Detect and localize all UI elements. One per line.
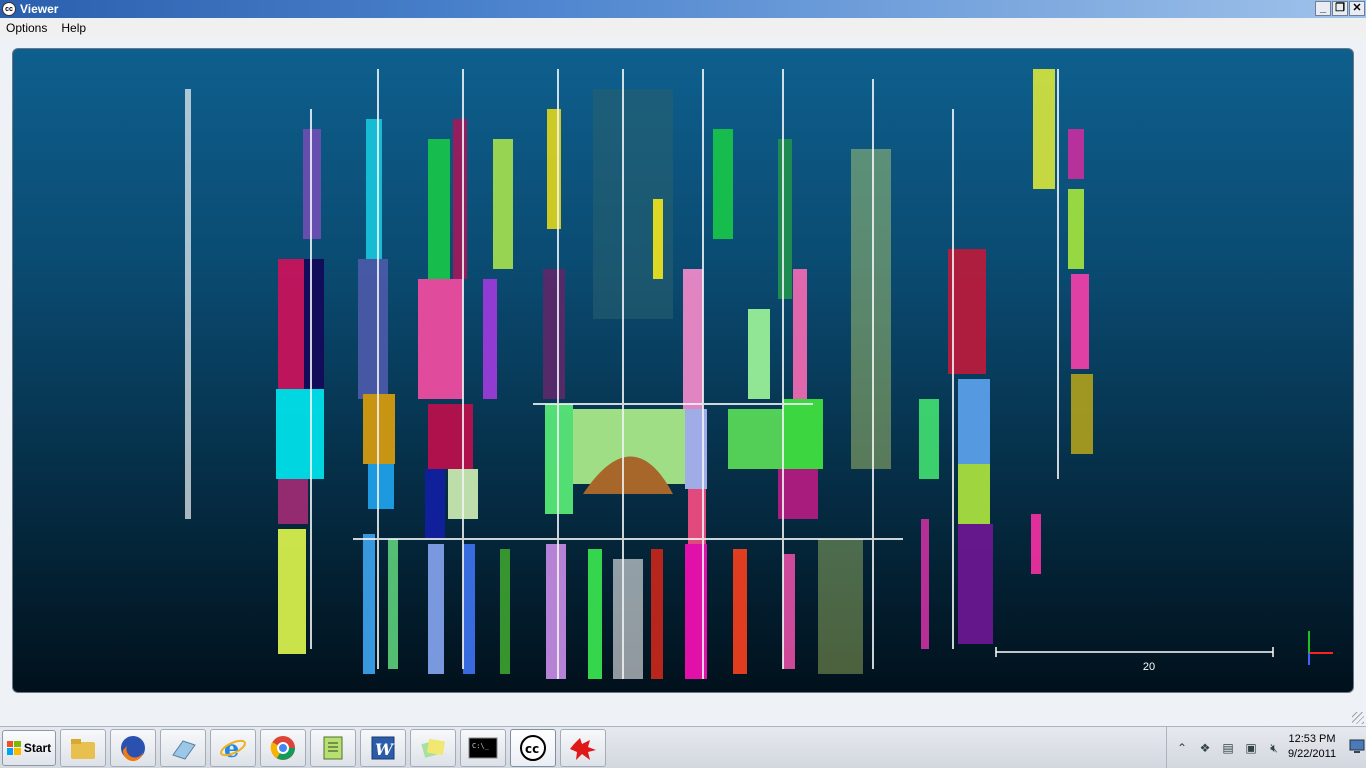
taskbar-explorer[interactable]: [60, 728, 106, 767]
chevron-up-icon[interactable]: ⌃: [1174, 740, 1190, 756]
svg-text:e: e: [224, 734, 239, 762]
window-controls: _ ❐ ✕: [1315, 1, 1365, 16]
system-tray: ⌃ ❖ ▤ ▣ 🔇︎ 12:53 PM 9/22/2011: [1166, 727, 1366, 768]
menu-bar: Options Help: [0, 18, 1366, 38]
window-title: Viewer: [20, 2, 59, 16]
taskbar-red-app[interactable]: [560, 728, 606, 767]
cc-icon: cc: [520, 734, 546, 761]
taskbar-notepad[interactable]: [310, 728, 356, 767]
start-label: Start: [23, 740, 52, 755]
scale-bar-label: 20: [1142, 661, 1156, 673]
red-splat-icon: [570, 737, 596, 760]
menu-help[interactable]: Help: [61, 21, 86, 35]
usb-device-icon[interactable]: ▤: [1220, 740, 1236, 756]
eraser-icon: [172, 739, 196, 760]
taskbar-word[interactable]: W: [360, 728, 406, 767]
windows-logo-icon: [6, 740, 21, 755]
network-icon[interactable]: ▣: [1243, 740, 1259, 756]
folder-icon: [71, 738, 95, 759]
word-icon: W: [371, 736, 395, 759]
axis-triad-icon: [1308, 631, 1333, 665]
chrome-icon: [270, 735, 295, 760]
clock-time: 12:53 PM: [1288, 733, 1336, 745]
point-cloud-render: [185, 69, 1333, 679]
sticky-notes-icon: [421, 738, 446, 758]
title-bar: cc Viewer _ ❐ ✕: [0, 0, 1366, 18]
firefox-icon: [121, 735, 145, 761]
clock-date: 9/22/2011: [1287, 748, 1337, 760]
close-button[interactable]: ✕: [1349, 1, 1365, 16]
menu-options[interactable]: Options: [6, 21, 47, 35]
main-window-client: 20: [0, 38, 1366, 726]
dropbox-icon[interactable]: ❖: [1197, 740, 1213, 756]
system-clock[interactable]: 12:53 PM 9/22/2011: [1279, 732, 1345, 762]
restore-button[interactable]: ❐: [1332, 1, 1348, 16]
taskbar-cloudcompare[interactable]: cc: [510, 728, 556, 767]
scale-bar: [995, 647, 1274, 657]
taskbar: Start e W C:\_ cc ⌃ ❖ ▤ ▣ 🔇︎ 12:53 PM 9/…: [0, 726, 1366, 768]
cmd-icon: C:\_: [468, 737, 498, 758]
start-button[interactable]: Start: [2, 729, 56, 766]
taskbar-sticky-notes[interactable]: [410, 728, 456, 767]
taskbar-cmd[interactable]: C:\_: [460, 728, 506, 767]
cc-logo-icon: cc: [2, 2, 16, 16]
notepad-icon: [323, 736, 343, 759]
show-desktop-icon[interactable]: [1348, 737, 1366, 755]
point-cloud-segments: [185, 69, 1093, 679]
resize-grip[interactable]: [1352, 712, 1364, 724]
taskbar-firefox[interactable]: [110, 728, 156, 767]
svg-text:cc: cc: [525, 742, 539, 756]
minimize-button[interactable]: _: [1315, 1, 1331, 16]
ie-icon: e: [220, 734, 246, 762]
taskbar-chrome[interactable]: [260, 728, 306, 767]
taskbar-ie[interactable]: e: [210, 728, 256, 767]
svg-text:W: W: [375, 740, 395, 759]
svg-text:C:\_: C:\_: [472, 742, 490, 750]
taskbar-eraser[interactable]: [160, 728, 206, 767]
3d-viewport[interactable]: 20: [12, 48, 1354, 693]
